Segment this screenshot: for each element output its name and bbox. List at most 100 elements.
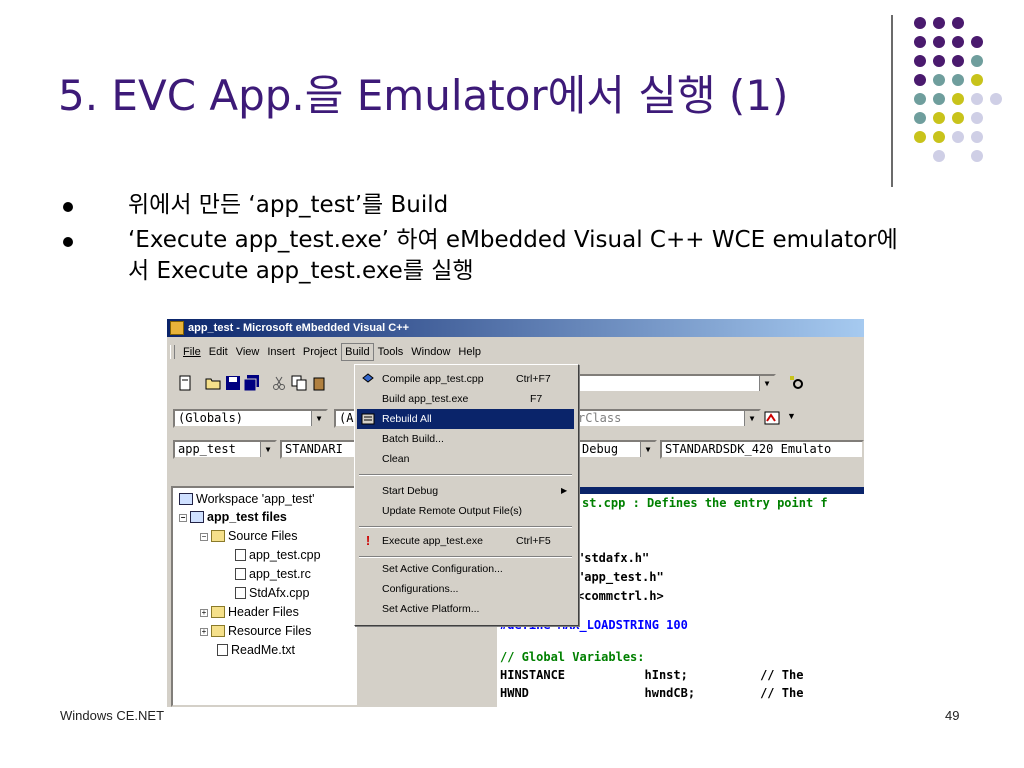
decorative-dot (914, 74, 926, 86)
menu-insert[interactable]: Insert (263, 343, 299, 361)
window-titlebar[interactable]: app_test - Microsoft eMbedded Visual C++ (167, 319, 864, 337)
expand-icon[interactable]: + (200, 628, 208, 636)
file-icon (235, 568, 246, 580)
menu-item-compile[interactable]: Compile app_test.cpp Ctrl+F7 (357, 369, 574, 389)
menu-item-build[interactable]: Build app_test.exe F7 (357, 389, 574, 409)
project-value: app_test (178, 442, 236, 456)
decorative-dot (952, 93, 964, 105)
decorative-dot (914, 17, 926, 29)
menu-item-clean[interactable]: Clean (357, 449, 574, 469)
menu-separator (359, 526, 572, 528)
class-combo[interactable]: rClass ▼ (573, 409, 761, 428)
tree-item-header-files[interactable]: + Header Files (200, 603, 299, 621)
tree-item-file[interactable]: app_test.rc (235, 565, 311, 583)
tree-item-source-files[interactable]: − Source Files (200, 527, 297, 545)
collapse-icon[interactable]: − (179, 514, 187, 522)
code-line: "stdafx.h" (577, 551, 650, 565)
menu-file[interactable]: File (179, 343, 205, 361)
open-folder-icon (211, 530, 225, 542)
menubar-grip[interactable] (170, 345, 175, 359)
menu-bar: File Edit View Insert Project Build Tools Windo… (167, 343, 864, 361)
copy-icon[interactable] (291, 375, 307, 391)
code-line: // Global Variables: (500, 650, 645, 664)
project-icon (190, 511, 204, 523)
tree-item-resource-files[interactable]: + Resource Files (200, 622, 311, 640)
platform-combo[interactable]: STANDARDSDK_420 Emulato (660, 440, 864, 459)
globals-value: (Globals) (178, 411, 244, 425)
class-value: rClass (578, 411, 622, 425)
code-line: HINSTANCE hInst; // The (500, 668, 804, 682)
decorative-dot (952, 36, 964, 48)
decorative-dot (933, 93, 945, 105)
tree-item-file[interactable]: app_test.cpp (235, 546, 321, 564)
decorative-dot (914, 93, 926, 105)
menu-tools[interactable]: Tools (374, 343, 408, 361)
decorative-dot (952, 112, 964, 124)
menu-window[interactable]: Window (407, 343, 454, 361)
decorative-dot (971, 55, 983, 67)
menu-item-set-active-config[interactable]: Set Active Configuration... (357, 559, 574, 579)
bullet-item: ‘Execute app_test.exe’ 하여 eMbedded Visua… (60, 225, 900, 287)
project-combo[interactable]: app_test ▼ (173, 440, 277, 459)
open-folder-icon[interactable] (205, 375, 221, 391)
exclamation-icon: ! (365, 533, 371, 548)
folder-icon (211, 606, 225, 618)
menu-edit[interactable]: Edit (205, 343, 232, 361)
folder-icon (211, 625, 225, 637)
decorative-dot (933, 112, 945, 124)
decorative-dot (952, 131, 964, 143)
sdk-combo-left[interactable]: STANDARI (280, 440, 358, 459)
code-line: <commctrl.h> (577, 589, 664, 603)
chevron-down-icon[interactable]: ▼ (311, 411, 326, 426)
menu-separator (359, 474, 572, 476)
tree-item-workspace[interactable]: Workspace 'app_test' (179, 490, 315, 508)
expand-icon[interactable]: + (200, 609, 208, 617)
collapse-icon[interactable]: − (200, 533, 208, 541)
save-icon[interactable] (225, 375, 241, 391)
file-icon (235, 549, 246, 561)
find-in-files-icon[interactable] (789, 375, 805, 391)
paste-icon[interactable] (312, 375, 328, 391)
vertical-rule (891, 15, 893, 187)
decorative-dot (952, 17, 964, 29)
config-combo[interactable]: Debug ▼ (577, 440, 657, 459)
window-title: app_test - Microsoft eMbedded Visual C++ (188, 322, 410, 334)
decorative-dot (971, 74, 983, 86)
menu-project[interactable]: Project (299, 343, 341, 361)
workspace-icon (179, 493, 193, 505)
decorative-dot (933, 17, 945, 29)
members-combo[interactable]: (A (334, 409, 356, 428)
decorative-dot (971, 93, 983, 105)
platform-value: STANDARDSDK_420 Emulato (665, 442, 832, 456)
menu-view[interactable]: View (232, 343, 264, 361)
menu-item-batch-build[interactable]: Batch Build... (357, 429, 574, 449)
globals-combo[interactable]: (Globals) ▼ (173, 409, 328, 428)
chevron-down-icon[interactable]: ▼ (640, 442, 655, 457)
menu-item-start-debug[interactable]: Start Debug ▶ (357, 481, 574, 501)
chevron-down-icon[interactable]: ▼ (744, 411, 759, 426)
menu-build[interactable]: Build (341, 343, 374, 361)
find-combo[interactable]: ▼ (573, 374, 776, 393)
menu-help[interactable]: Help (454, 343, 485, 361)
bullet-list: 위에서 만든 ‘app_test’를 Build ‘Execute app_te… (60, 190, 900, 291)
menu-item-update-remote[interactable]: Update Remote Output File(s) (357, 501, 574, 521)
tree-item-file[interactable]: StdAfx.cpp (235, 584, 309, 602)
menu-item-configurations[interactable]: Configurations... (357, 579, 574, 599)
file-icon (235, 587, 246, 599)
new-file-icon[interactable] (177, 375, 193, 391)
wizard-dropdown-arrow-icon[interactable]: ▼ (787, 411, 796, 421)
decorative-dot (971, 112, 983, 124)
chevron-down-icon[interactable]: ▼ (759, 376, 774, 391)
save-all-icon[interactable] (244, 375, 260, 391)
menu-item-set-active-platform[interactable]: Set Active Platform... (357, 599, 574, 619)
cut-icon[interactable] (271, 375, 287, 391)
menu-item-execute[interactable]: ! Execute app_test.exe Ctrl+F5 (357, 531, 574, 551)
menu-item-rebuild-all[interactable]: Rebuild All (357, 409, 574, 429)
wizard-bar-icon[interactable] (764, 410, 780, 426)
chevron-down-icon[interactable]: ▼ (260, 442, 275, 457)
bullet-text: 위에서 만든 ‘app_test’를 Build (128, 192, 449, 218)
tree-item-project[interactable]: − app_test files (179, 508, 287, 526)
workspace-pane: Workspace 'app_test' − app_test files − So… (171, 486, 359, 707)
evc-screenshot: app_test - Microsoft eMbedded Visual C++… (167, 319, 864, 707)
tree-item-readme[interactable]: ReadMe.txt (217, 641, 295, 659)
